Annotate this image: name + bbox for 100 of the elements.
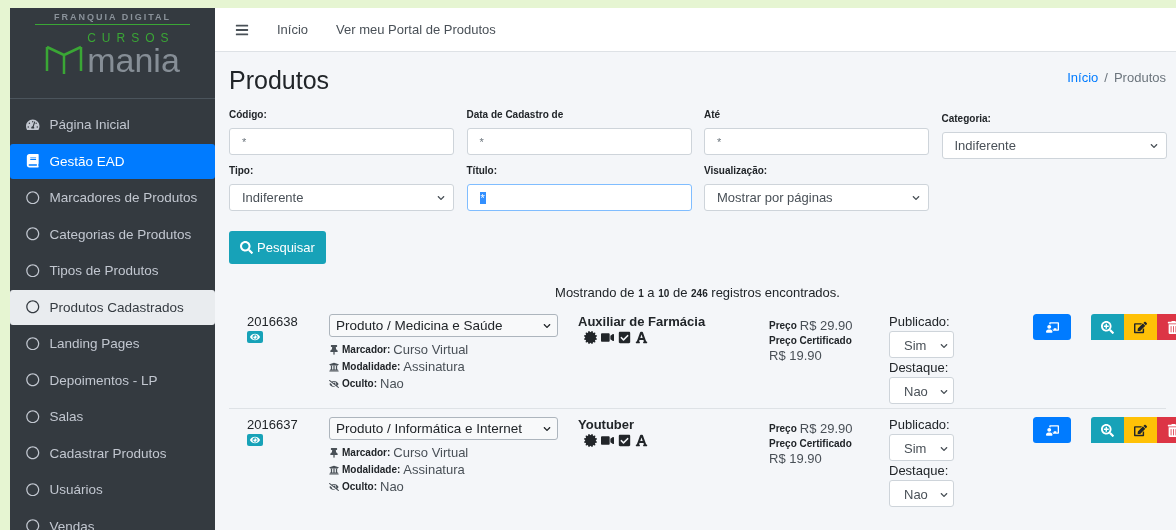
classroom-button[interactable] bbox=[1033, 314, 1071, 340]
field-label: Publicado: bbox=[889, 314, 950, 329]
price-value: R$ 19.90 bbox=[769, 348, 822, 363]
sidebar-item[interactable]: Produtos Cadastrados bbox=[10, 289, 215, 325]
category-select[interactable]: Produto / Medicina e Saúde bbox=[329, 314, 558, 337]
sidebar-item[interactable]: Vendas bbox=[10, 508, 215, 530]
published-select[interactable]: Sim bbox=[889, 331, 954, 358]
field-label: Visualização: bbox=[704, 165, 769, 176]
product-title: Youtuber bbox=[578, 417, 635, 432]
featured-select[interactable]: Nao bbox=[889, 377, 954, 404]
price-label: Preço Certificado bbox=[769, 335, 852, 346]
meta-label: Marcador: bbox=[342, 447, 391, 458]
logo-text: mania bbox=[87, 45, 180, 75]
chevron-icon bbox=[940, 490, 948, 499]
sidebar-item[interactable]: Página Inicial bbox=[10, 107, 215, 142]
input-field[interactable]: * bbox=[704, 128, 929, 155]
chevron-icon bbox=[543, 424, 551, 433]
meta-label: Oculto: bbox=[342, 481, 377, 492]
chevron-icon bbox=[543, 321, 551, 330]
meta-value: Assinatura bbox=[403, 462, 465, 477]
meta-value: Nao bbox=[380, 376, 404, 391]
chevron-icon bbox=[940, 341, 948, 350]
featured-select[interactable]: Nao bbox=[889, 480, 954, 507]
badge-icon bbox=[584, 434, 597, 447]
price-value: R$ 29.90 bbox=[799, 318, 853, 333]
input-field[interactable]: * bbox=[466, 128, 692, 155]
eye-icon bbox=[250, 435, 260, 445]
field-label: Publicado: bbox=[889, 417, 950, 432]
field-label: Destaque: bbox=[889, 463, 949, 478]
book-icon bbox=[26, 154, 40, 168]
checkbox-icon bbox=[618, 434, 631, 447]
field-label: Destaque: bbox=[889, 360, 949, 375]
chevron-icon bbox=[437, 193, 445, 202]
chevron-icon bbox=[1149, 141, 1158, 150]
edit-button[interactable] bbox=[1124, 417, 1157, 443]
price-value: R$ 29.90 bbox=[799, 421, 853, 436]
price-value: R$ 19.90 bbox=[769, 451, 822, 466]
sidebar-item[interactable]: Salas bbox=[10, 399, 215, 434]
input-field[interactable]: * bbox=[229, 128, 454, 155]
sidebar-item[interactable]: Landing Pages bbox=[10, 326, 215, 361]
sidebar-item[interactable]: Gestão EAD bbox=[10, 143, 215, 179]
field-label: Até bbox=[704, 109, 722, 120]
search-icon bbox=[240, 241, 253, 254]
nav-link[interactable]: Ver meu Portal de Produtos bbox=[336, 22, 496, 37]
logo-text: CURSOS bbox=[87, 31, 176, 45]
field-label: Data de Cadastro de bbox=[466, 109, 565, 120]
eye-slash-icon bbox=[329, 378, 339, 389]
chevron-icon bbox=[912, 193, 920, 202]
view-badge[interactable] bbox=[247, 434, 263, 446]
zoom-icon bbox=[1101, 320, 1114, 334]
product-title: Auxiliar de Farmácia bbox=[578, 314, 706, 329]
meta-value: Curso Virtual bbox=[393, 445, 469, 460]
sidebar-item[interactable]: Marcadores de Produtos bbox=[10, 180, 215, 215]
field-label: Categoria: bbox=[941, 113, 992, 124]
video-icon bbox=[601, 434, 614, 447]
price-label: Preço Certificado bbox=[769, 438, 852, 449]
meta-label: Oculto: bbox=[342, 378, 377, 389]
sidebar-item[interactable]: Usuários bbox=[10, 472, 215, 507]
eye-icon bbox=[250, 332, 260, 342]
trash-icon bbox=[1167, 423, 1176, 437]
select-field[interactable]: Indiferente bbox=[229, 184, 454, 211]
sidebar-item[interactable]: Cadastrar Produtos bbox=[10, 435, 215, 471]
zoom-icon bbox=[1101, 423, 1114, 437]
chevron-icon bbox=[940, 387, 948, 396]
product-code: 2016638 bbox=[247, 314, 298, 329]
edit-button[interactable] bbox=[1124, 314, 1157, 340]
classroom-button[interactable] bbox=[1033, 417, 1071, 443]
select-field[interactable]: Indiferente bbox=[941, 132, 1167, 159]
font-icon bbox=[635, 434, 648, 447]
edit-icon bbox=[1134, 423, 1147, 437]
edit-icon bbox=[1134, 320, 1147, 334]
checkbox-icon bbox=[618, 331, 631, 344]
breadcrumb-item[interactable]: Início bbox=[1067, 70, 1099, 85]
nav-link[interactable]: Início bbox=[277, 22, 309, 37]
page-title: Produtos bbox=[229, 66, 330, 95]
logo-tagline: FRANQUIA DIGITAL bbox=[35, 12, 190, 25]
menu-icon[interactable] bbox=[235, 22, 249, 37]
teacher-icon bbox=[1045, 423, 1059, 437]
dashboard-icon bbox=[26, 117, 40, 132]
eye-slash-icon bbox=[329, 481, 339, 492]
sidebar-item[interactable]: Depoimentos - LP bbox=[10, 362, 215, 398]
meta-label: Modalidade: bbox=[342, 464, 401, 475]
building-icon bbox=[329, 464, 339, 475]
breadcrumb-separator: / bbox=[1104, 70, 1108, 85]
meta-value: Curso Virtual bbox=[393, 342, 469, 357]
video-icon bbox=[601, 331, 614, 344]
select-field[interactable]: Mostrar por páginas bbox=[704, 184, 929, 211]
field-label: Tipo: bbox=[229, 165, 255, 176]
view-badge[interactable] bbox=[247, 331, 263, 343]
price-label: Preço bbox=[769, 423, 797, 434]
sidebar-item[interactable]: Tipos de Produtos bbox=[10, 253, 215, 288]
meta-label: Marcador: bbox=[342, 344, 391, 355]
trash-icon bbox=[1167, 320, 1176, 334]
field-label: Título: bbox=[466, 165, 499, 176]
teacher-icon bbox=[1045, 320, 1059, 334]
published-select[interactable]: Sim bbox=[889, 434, 954, 461]
sidebar-item[interactable]: Categorias de Produtos bbox=[10, 216, 215, 252]
category-select[interactable]: Produto / Informática e Internet bbox=[329, 417, 558, 440]
results-summary: Mostrando de 1 a 10 de 246 registros encontrados. bbox=[554, 285, 841, 300]
font-icon bbox=[635, 331, 648, 344]
